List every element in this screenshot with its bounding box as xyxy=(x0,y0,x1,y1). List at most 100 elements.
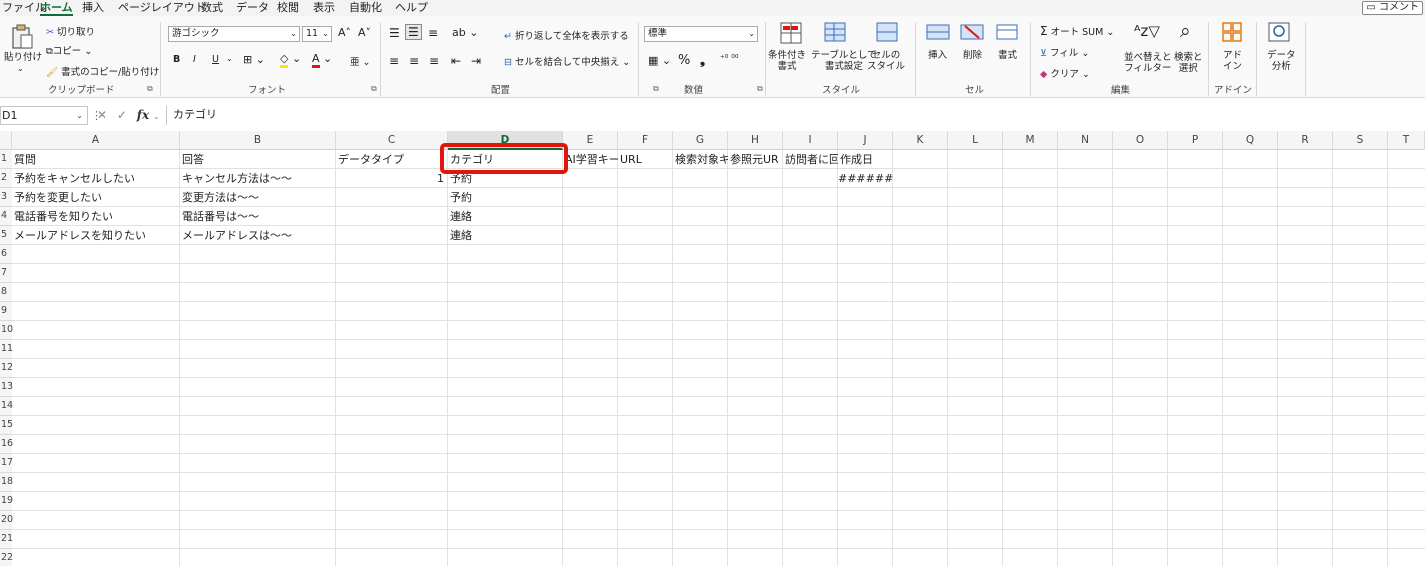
cell-a3[interactable]: 予約を変更したい xyxy=(12,188,180,207)
column-header-f[interactable]: F xyxy=(618,131,673,150)
cell-a5[interactable]: メールアドレスを知りたい xyxy=(12,226,180,245)
format-cells-button[interactable]: 書式 xyxy=(998,50,1017,61)
delete-cells-button[interactable]: 削除 xyxy=(963,50,982,61)
percent-icon[interactable]: % xyxy=(678,53,690,68)
column-header-j[interactable]: J xyxy=(838,131,893,150)
row-header[interactable]: 3 xyxy=(0,188,12,207)
confirm-icon[interactable]: ✓ xyxy=(117,108,127,122)
number-launcher-icon[interactable]: ⧉ xyxy=(757,84,763,94)
number-format-select[interactable]: 標準 ⌄ xyxy=(644,26,758,42)
cell-b5[interactable]: メールアドレスは～～ xyxy=(180,226,336,245)
phonetic-icon[interactable]: 亜 ⌄ xyxy=(350,54,370,68)
align-right-icon[interactable]: ≡ xyxy=(429,54,439,68)
cell-b4[interactable]: 電話番号は～～ xyxy=(180,207,336,226)
wrap-text-button[interactable]: ↵ 折り返して全体を表示する xyxy=(504,28,629,42)
menu-view[interactable]: 表示 xyxy=(313,0,335,16)
increase-font-button[interactable]: A˄ xyxy=(338,26,351,39)
decrease-indent-icon[interactable]: ⇤ xyxy=(451,54,461,68)
fill-button[interactable]: ⊻ フィル ⌄ xyxy=(1040,45,1089,59)
font-color-icon[interactable]: A ⌄ xyxy=(312,52,332,68)
cell-styles-icon[interactable] xyxy=(876,22,900,44)
paste-dropdown-icon[interactable]: ⌄ xyxy=(17,64,24,73)
format-painter-button[interactable]: 🖌 書式のコピー/貼り付け xyxy=(46,64,159,78)
alignment-launcher-icon[interactable]: ⧉ xyxy=(653,84,659,94)
row-header[interactable]: 11 xyxy=(0,340,13,359)
italic-button[interactable]: I xyxy=(193,54,196,65)
autosum-button[interactable]: Σ オート SUM ⌄ xyxy=(1040,24,1114,38)
clipboard-launcher-icon[interactable]: ⧉ xyxy=(147,84,153,94)
data-analysis-button[interactable]: データ 分析 xyxy=(1267,50,1296,72)
row-header[interactable]: 2 xyxy=(0,169,12,188)
currency-icon[interactable]: ▦ ⌄ xyxy=(648,54,671,67)
cell-d5[interactable]: 連絡 xyxy=(448,226,563,245)
chevron-down-icon[interactable]: ⌄ xyxy=(153,112,160,121)
cell-a4[interactable]: 電話番号を知りたい xyxy=(12,207,180,226)
menu-review[interactable]: 校閲 xyxy=(277,0,299,16)
font-size-select[interactable]: 11 ⌄ xyxy=(302,26,332,42)
merge-center-button[interactable]: ⊟ セルを結合して中央揃え ⌄ xyxy=(504,54,630,68)
row-header[interactable]: 12 xyxy=(0,359,13,378)
row-header[interactable]: 16 xyxy=(0,435,13,454)
cut-button[interactable]: ✂ 切り取り xyxy=(46,24,95,38)
select-all-corner[interactable] xyxy=(0,131,12,150)
align-bottom-icon[interactable]: ≡ xyxy=(428,26,438,40)
column-header-m[interactable]: M xyxy=(1003,131,1058,150)
menu-automate[interactable]: 自動化 xyxy=(349,0,382,16)
menu-home[interactable]: ホーム xyxy=(40,0,73,16)
orientation-icon[interactable]: ab ⌄ xyxy=(452,26,478,39)
column-header-r[interactable]: R xyxy=(1278,131,1333,150)
align-center-icon[interactable]: ≡ xyxy=(409,54,419,68)
row-header[interactable]: 1 xyxy=(0,150,12,169)
sort-filter-icon[interactable]: ᴬᴢ▽ xyxy=(1134,22,1160,40)
column-header-q[interactable]: Q xyxy=(1223,131,1278,150)
menu-insert[interactable]: 挿入 xyxy=(82,0,104,16)
row-header[interactable]: 13 xyxy=(0,378,13,397)
menu-help[interactable]: ヘルプ xyxy=(395,0,428,16)
fx-icon[interactable]: fx xyxy=(137,108,149,122)
column-header-n[interactable]: N xyxy=(1058,131,1113,150)
comma-icon[interactable]: ❟ xyxy=(700,53,705,68)
addins-icon[interactable] xyxy=(1222,22,1242,42)
row-header[interactable]: 9 xyxy=(0,302,12,321)
cell-h1[interactable]: 参照元UR xyxy=(728,150,783,169)
row-header[interactable]: 14 xyxy=(0,397,13,416)
row-header[interactable]: 4 xyxy=(0,207,12,226)
cell-i1[interactable]: 訪問者に回 xyxy=(783,150,838,169)
insert-cells-button[interactable]: 挿入 xyxy=(928,50,947,61)
row-header[interactable]: 15 xyxy=(0,416,13,435)
data-analysis-icon[interactable] xyxy=(1268,22,1290,44)
underline-dropdown-icon[interactable]: ⌄ xyxy=(226,54,233,63)
cell-j1[interactable]: 作成日 xyxy=(838,150,893,169)
row-header[interactable]: 18 xyxy=(0,473,13,492)
column-header-e[interactable]: E xyxy=(563,131,618,150)
paste-button[interactable]: 貼り付け xyxy=(4,52,42,63)
conditional-format-button[interactable]: 条件付き 書式 xyxy=(768,50,806,72)
row-header[interactable]: 17 xyxy=(0,454,13,473)
cell-c1[interactable]: データタイプ xyxy=(336,150,448,169)
cell-c2[interactable]: 1 xyxy=(336,169,448,188)
decrease-font-button[interactable]: A˅ xyxy=(358,26,371,39)
column-header-g[interactable]: G xyxy=(673,131,728,150)
row-header[interactable]: 19 xyxy=(0,492,13,511)
align-middle-icon[interactable]: ☰ xyxy=(405,24,422,40)
cell-f1[interactable]: URL xyxy=(618,150,673,169)
increase-indent-icon[interactable]: ⇥ xyxy=(471,54,481,68)
format-as-table-icon[interactable] xyxy=(824,22,848,44)
row-header[interactable]: 21 xyxy=(0,530,13,549)
clear-button[interactable]: ◆ クリア ⌄ xyxy=(1040,66,1090,80)
fill-color-icon[interactable]: ◇ ⌄ xyxy=(280,52,301,68)
column-header-c[interactable]: C xyxy=(336,131,448,150)
cell-d4[interactable]: 連絡 xyxy=(448,207,563,226)
row-header[interactable]: 22 xyxy=(0,549,13,566)
find-select-button[interactable]: 検索と 選択 xyxy=(1174,52,1203,74)
menu-data[interactable]: データ xyxy=(236,0,269,16)
column-header-a[interactable]: A xyxy=(12,131,180,150)
underline-button[interactable]: U xyxy=(212,54,219,65)
row-header[interactable]: 7 xyxy=(0,264,12,283)
align-left-icon[interactable]: ≡ xyxy=(389,54,399,68)
cell-styles-button[interactable]: セルの スタイル xyxy=(867,50,905,72)
column-header-k[interactable]: K xyxy=(893,131,948,150)
column-header-p[interactable]: P xyxy=(1168,131,1223,150)
cell-b2[interactable]: キャンセル方法は～～ xyxy=(180,169,336,188)
formula-input[interactable]: カテゴリ xyxy=(166,106,1425,125)
